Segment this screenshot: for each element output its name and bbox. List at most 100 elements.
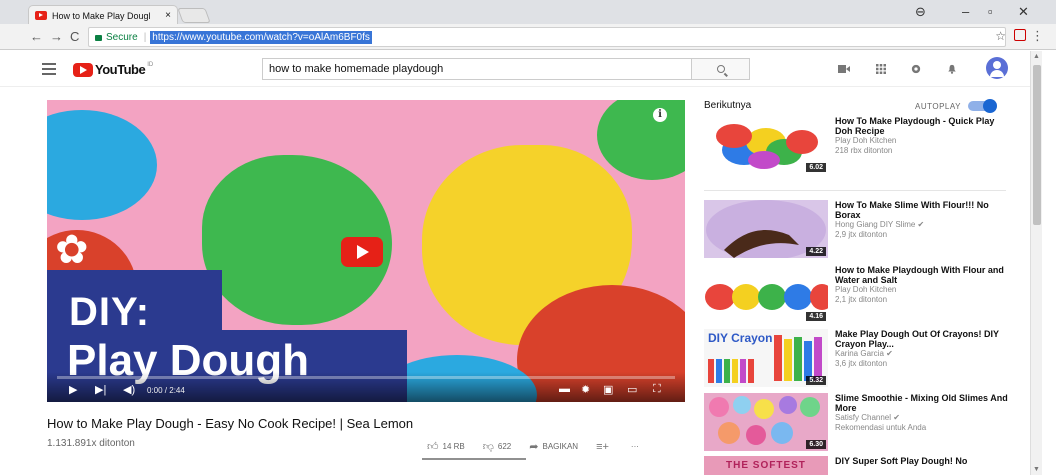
channel-name: Play Doh Kitchen — [835, 285, 897, 294]
next-icon[interactable]: ▶| — [95, 383, 106, 396]
miniplayer-icon[interactable]: ▣ — [603, 383, 613, 396]
youtube-header: YouTube ID how to make homemade playdoug… — [0, 51, 1030, 87]
messages-icon[interactable] — [910, 64, 922, 74]
youtube-favicon-icon — [35, 11, 47, 20]
autoplay-label: AUTOPLAY — [915, 102, 961, 111]
recommended-title[interactable]: Slime Smoothie - Mixing Old Slimes And M… — [835, 393, 1010, 413]
url-field[interactable]: Secure | https://www.youtube.com/watch?v… — [88, 27, 1006, 47]
recommended-title[interactable]: How To Make Slime With Flour!!! No Borax — [835, 200, 1010, 220]
video-thumbnail[interactable]: 6.30 — [704, 393, 828, 451]
account-icon[interactable]: ⊖ — [915, 4, 926, 20]
secure-label: Secure — [106, 31, 138, 43]
big-play-button[interactable] — [341, 237, 383, 267]
theater-mode-icon[interactable]: ▭ — [627, 383, 637, 396]
thumbs-down-icon: 👎︎ — [482, 441, 494, 453]
page-scrollbar[interactable]: ▲ ▼ — [1030, 51, 1042, 475]
recommended-video[interactable]: 4.16 How to Make Playdough With Flour an… — [704, 265, 1014, 323]
playlist-add-icon: ≡+ — [596, 440, 609, 453]
tab-close-icon[interactable]: × — [165, 10, 171, 21]
share-button[interactable]: ➦ BAGIKAN — [529, 440, 578, 453]
dislike-count: 622 — [497, 442, 512, 451]
thumbs-up-icon: 👍︎ — [427, 441, 439, 453]
duration-badge: 6.30 — [806, 440, 826, 449]
thumbnail-caption: DIY Crayon — [708, 331, 773, 345]
recommended-views: 2,1 jtx ditonton — [835, 295, 888, 304]
video-actions: 👍︎ 14 RB 👎︎ 622 ➦ BAGIKAN ≡+ ··· — [427, 440, 657, 454]
like-count: 14 RB — [442, 442, 465, 451]
recommended-views: 3,6 jtx ditonton — [835, 359, 888, 368]
settings-gear-icon[interactable]: ✹ — [581, 383, 590, 396]
scroll-up-icon[interactable]: ▲ — [1033, 53, 1040, 60]
reload-button[interactable]: C — [70, 29, 79, 44]
autoplay-toggle[interactable] — [968, 99, 997, 113]
add-to-playlist-button[interactable]: ≡+ — [596, 441, 613, 453]
url-text[interactable]: https://www.youtube.com/watch?v=oAlAm6BF… — [150, 30, 372, 44]
account-avatar[interactable] — [986, 57, 1008, 79]
recommended-title[interactable]: DIY Super Soft Play Dough! No — [835, 456, 1010, 466]
up-next-heading: Berikutnya — [704, 100, 752, 111]
recommended-title[interactable]: Make Play Dough Out Of Crayons! DIY Cray… — [835, 329, 1010, 349]
tab-title: How to Make Play Dougl — [52, 10, 151, 21]
volume-icon[interactable]: ◀) — [123, 383, 135, 396]
fullscreen-icon[interactable]: ⛶ — [653, 383, 661, 396]
new-tab-button[interactable] — [177, 8, 211, 23]
duration-badge: 4.16 — [806, 312, 826, 321]
maximize-button[interactable]: ▫ — [988, 4, 993, 19]
thumbnail-caption: THE SOFTEST — [726, 460, 806, 471]
like-button[interactable]: 👍︎ 14 RB — [427, 440, 465, 453]
view-count: 1.131.891x ditonton — [47, 438, 135, 449]
recommended-title[interactable]: How To Make Playdough - Quick Play Doh R… — [835, 116, 1010, 136]
url-separator: | — [143, 31, 147, 43]
hamburger-menu-icon[interactable] — [42, 63, 56, 78]
extension-icon[interactable] — [1014, 29, 1026, 41]
youtube-logo[interactable]: YouTube ID — [73, 62, 153, 77]
youtube-play-logo-icon — [73, 62, 93, 77]
browser-tab[interactable]: How to Make Play Dougl × — [28, 5, 178, 25]
forward-button[interactable]: → — [50, 29, 63, 44]
thumbnail-blob — [597, 100, 685, 180]
video-thumbnail[interactable]: 4.22 — [704, 200, 828, 258]
back-button[interactable]: ← — [30, 29, 43, 44]
recommended-views: Rekomendasi untuk Anda — [835, 423, 927, 432]
sidebar-divider — [704, 190, 1006, 191]
time-display: 0:00 / 2:44 — [147, 386, 185, 395]
scrollbar-thumb[interactable] — [1033, 65, 1041, 225]
duration-badge: 6.02 — [806, 163, 826, 172]
more-actions-button[interactable]: ··· — [631, 442, 639, 451]
video-thumbnail[interactable]: DIY Crayon 5.32 — [704, 329, 828, 387]
channel-name: Play Doh Kitchen — [835, 136, 897, 145]
recommended-views: 218 rbx ditonton — [835, 146, 893, 155]
close-window-button[interactable]: ✕ — [1018, 4, 1029, 20]
duration-badge: 4.22 — [806, 247, 826, 256]
recommended-video[interactable]: 6.30 Slime Smoothie - Mixing Old Slimes … — [704, 393, 1014, 451]
dislike-button[interactable]: 👎︎ 622 — [483, 440, 512, 453]
overlay-title-line1: DIY: — [69, 290, 151, 334]
subtitles-icon[interactable]: ▬ — [559, 383, 570, 395]
recommended-title[interactable]: How to Make Playdough With Flour and Wat… — [835, 265, 1010, 285]
search-input[interactable]: how to make homemade playdough — [262, 58, 692, 80]
minimize-button[interactable]: – — [962, 4, 969, 19]
progress-bar[interactable] — [57, 376, 675, 379]
play-icon[interactable]: ▶ — [69, 383, 77, 396]
search-button[interactable] — [692, 58, 750, 80]
sentiment-bar — [422, 458, 526, 460]
browser-menu-icon[interactable]: ⋮ — [1031, 28, 1044, 44]
channel-name: Karina Garcia ✔ — [835, 349, 893, 358]
video-thumbnail[interactable]: 6.02 — [704, 116, 828, 174]
recommended-video[interactable]: DIY Crayon 5.32 Make Play Dough Out Of C… — [704, 329, 1014, 387]
recommended-video[interactable]: THE SOFTEST DIY Super Soft Play Dough! N… — [704, 456, 1014, 475]
search-icon — [716, 65, 725, 73]
lock-icon — [95, 35, 102, 41]
info-icon[interactable]: i — [653, 108, 667, 122]
apps-grid-icon[interactable] — [875, 64, 887, 74]
video-thumbnail[interactable]: 4.16 — [704, 265, 828, 323]
notifications-bell-icon[interactable] — [946, 64, 958, 74]
recommended-video[interactable]: 4.22 How To Make Slime With Flour!!! No … — [704, 200, 1014, 258]
video-thumbnail[interactable]: THE SOFTEST — [704, 456, 828, 475]
recommended-video[interactable]: 6.02 How To Make Playdough - Quick Play … — [704, 116, 1014, 174]
scroll-down-icon[interactable]: ▼ — [1033, 466, 1040, 473]
video-player[interactable]: ✿ DIY: Play Dough i ▶ ▶| ◀) 0:00 / 2:44 … — [47, 100, 685, 402]
player-controls: ▶ ▶| ◀) 0:00 / 2:44 ▬ ✹ ▣ ▭ ⛶ — [47, 372, 685, 402]
upload-video-icon[interactable] — [838, 64, 850, 74]
bookmark-star-icon[interactable]: ☆ — [995, 29, 1006, 43]
